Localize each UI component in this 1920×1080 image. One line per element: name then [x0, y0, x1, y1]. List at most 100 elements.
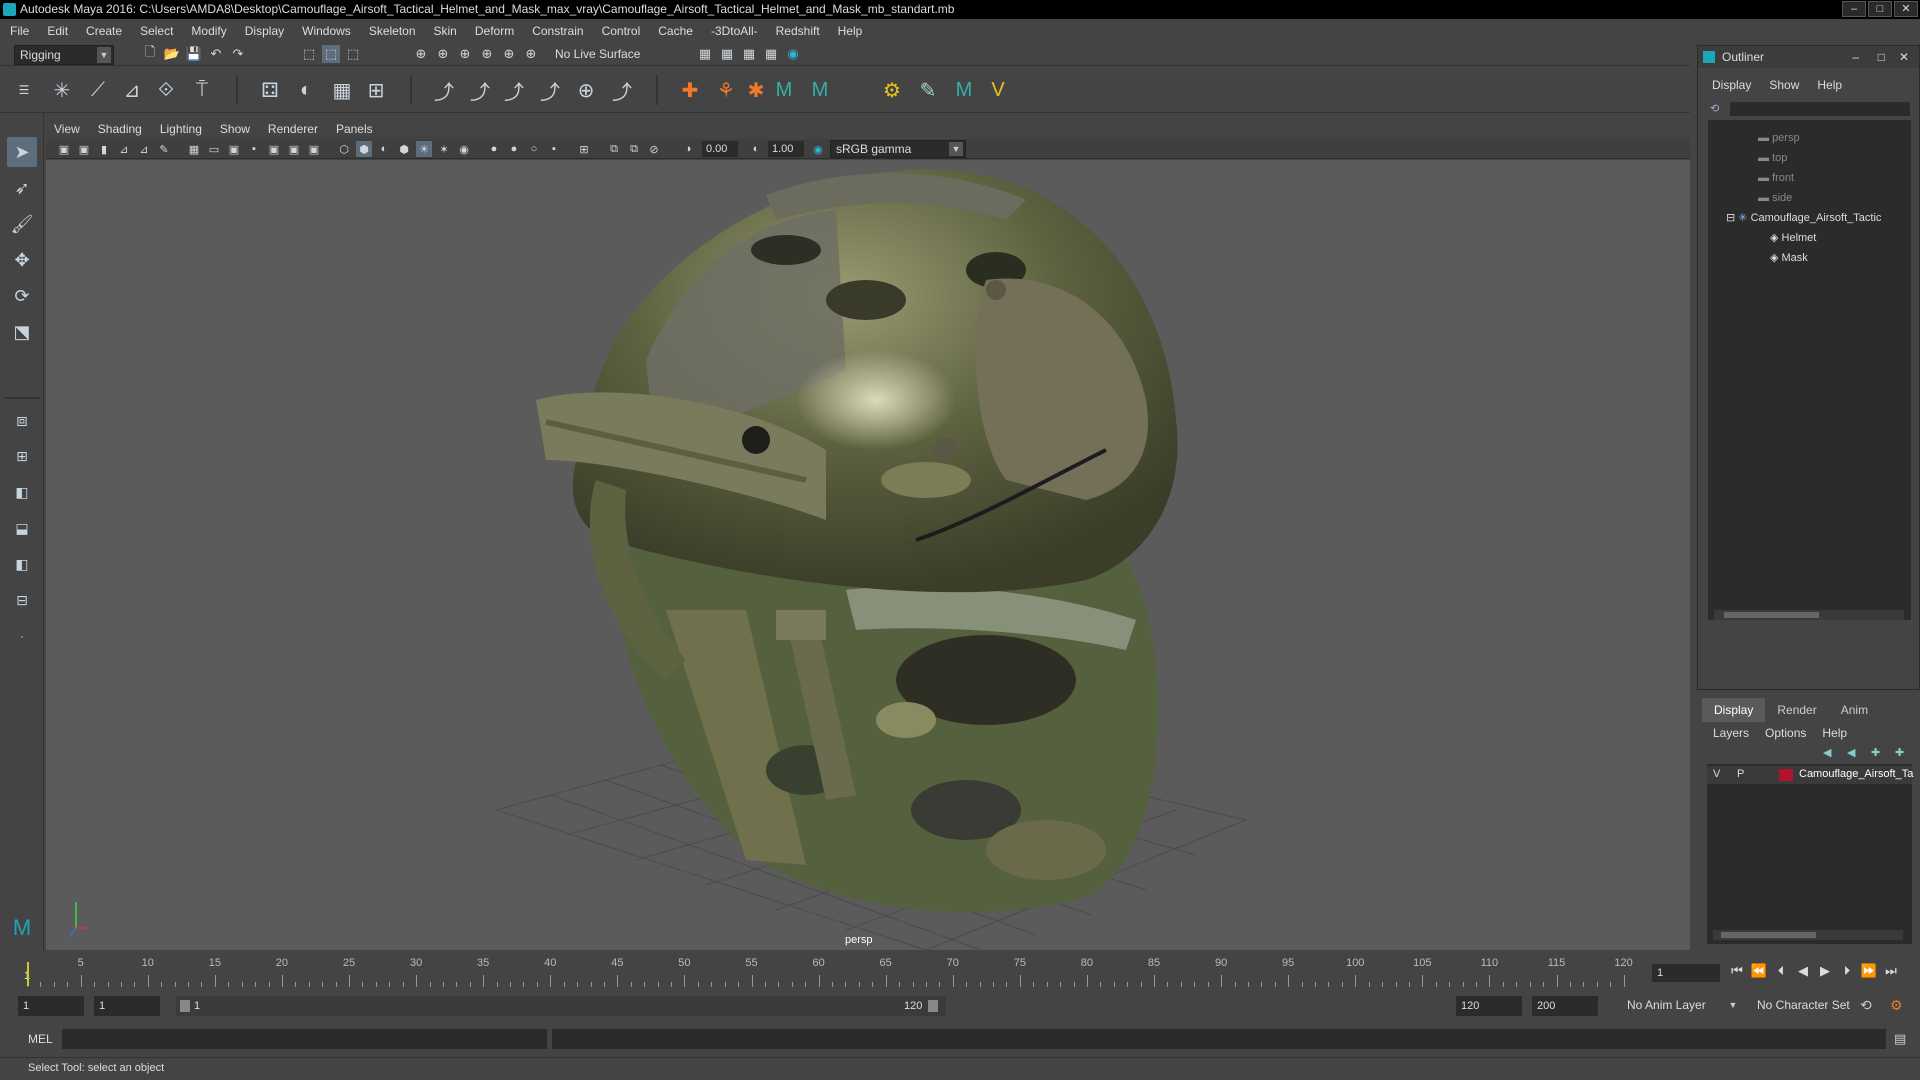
- aim-constraint-icon[interactable]: ⊕: [572, 76, 600, 104]
- hik-control-icon[interactable]: M: [770, 76, 798, 104]
- layer-move-down-icon[interactable]: ◀: [1847, 746, 1855, 759]
- maximize-button[interactable]: □: [1868, 1, 1892, 17]
- wireframe-on-shaded-icon[interactable]: ◐: [376, 141, 392, 157]
- ik-spline-icon[interactable]: ⊿: [118, 76, 146, 104]
- layer-visibility-toggle[interactable]: V: [1713, 768, 1720, 780]
- persp-hypershade-layout-icon[interactable]: ◧: [7, 549, 37, 579]
- save-scene-icon[interactable]: 💾: [185, 45, 203, 63]
- menu-skeleton[interactable]: Skeleton: [369, 24, 416, 38]
- paint-select-icon[interactable]: 🖌: [7, 209, 37, 239]
- layer-row[interactable]: V P Camouflage_Airsoft_Ta: [1707, 766, 1913, 784]
- screen-space-ao-icon[interactable]: ◉: [456, 141, 472, 157]
- play-forwards-icon[interactable]: ▶: [1816, 962, 1834, 980]
- menu-3dtoall[interactable]: -3DtoAll-: [711, 24, 758, 38]
- paint-weights-icon[interactable]: ◐: [292, 76, 320, 104]
- new-layer-icon[interactable]: ✚: [1871, 746, 1880, 759]
- blend-shape-icon[interactable]: V: [984, 76, 1012, 104]
- scrollbar-thumb[interactable]: [1721, 932, 1816, 938]
- lasso-tool-icon[interactable]: ➶: [7, 173, 37, 203]
- tab-anim[interactable]: Anim: [1829, 698, 1880, 722]
- backface-culling-icon[interactable]: ⊘: [646, 141, 662, 157]
- image-plane-icon[interactable]: ⊿: [116, 141, 132, 157]
- bind-skin-icon[interactable]: ⚃: [256, 76, 284, 104]
- play-backwards-icon[interactable]: ◀: [1794, 962, 1812, 980]
- range-handle-start[interactable]: [180, 1000, 190, 1012]
- render-current-icon[interactable]: ▦: [718, 45, 736, 63]
- step-back-key-icon[interactable]: ⏴: [1772, 962, 1790, 980]
- playback-end-field[interactable]: 120: [1456, 996, 1522, 1016]
- pole-vector-icon[interactable]: ⤴: [608, 76, 636, 104]
- snap-view-icon[interactable]: ⊕: [478, 45, 496, 63]
- layer-menu-options[interactable]: Options: [1765, 726, 1806, 740]
- resolution-gate-icon[interactable]: ▣: [226, 141, 242, 157]
- select-component-icon[interactable]: ⬚: [344, 45, 362, 63]
- outliner-menu-display[interactable]: Display: [1712, 78, 1751, 92]
- single-perspective-layout-icon[interactable]: ⧈: [7, 405, 37, 435]
- shadows-icon[interactable]: ✶: [436, 141, 452, 157]
- xray-components-icon[interactable]: ⧉: [626, 141, 642, 157]
- scrollbar-thumb[interactable]: [1724, 612, 1819, 618]
- layer-menu-layers[interactable]: Layers: [1713, 726, 1749, 740]
- current-frame-field[interactable]: 1: [1652, 964, 1720, 982]
- layer-color-swatch[interactable]: [1779, 769, 1793, 781]
- mirror-joint-icon[interactable]: ⍑: [188, 76, 216, 104]
- search-filter-icon[interactable]: ⟲: [1710, 102, 1724, 116]
- select-object-icon[interactable]: ⬚: [322, 45, 340, 63]
- rotate-tool-icon[interactable]: ⟳: [7, 281, 37, 311]
- layer-move-up-icon[interactable]: ◀: [1823, 746, 1831, 759]
- locator-icon[interactable]: ✚: [676, 76, 704, 104]
- snap-point-icon[interactable]: ⊕: [456, 45, 474, 63]
- four-view-layout-icon[interactable]: ⊞: [7, 441, 37, 471]
- exposure-field[interactable]: 0.00: [702, 141, 738, 157]
- select-tool-icon[interactable]: ➤: [7, 137, 37, 167]
- scale-constraint-icon[interactable]: ⤴: [536, 76, 564, 104]
- live-surface-field[interactable]: No Live Surface: [550, 45, 656, 65]
- menu-file[interactable]: File: [10, 24, 29, 38]
- layer-name[interactable]: Camouflage_Airsoft_Ta: [1799, 768, 1913, 780]
- view-transform-dropdown[interactable]: sRGB gamma ▼: [830, 140, 966, 158]
- layer-menu-help[interactable]: Help: [1822, 726, 1847, 740]
- select-hierarchy-icon[interactable]: ⬚: [300, 45, 318, 63]
- cluster-icon[interactable]: ⊞: [362, 76, 390, 104]
- snap-pivot-icon[interactable]: ⊕: [522, 45, 540, 63]
- xray-joints-icon[interactable]: ⧉: [606, 141, 622, 157]
- outliner-search-input[interactable]: [1730, 102, 1910, 116]
- use-all-lights-icon[interactable]: ☀: [416, 141, 432, 157]
- layer-playback-toggle[interactable]: P: [1737, 768, 1744, 780]
- step-forward-key-icon[interactable]: ⏵: [1838, 962, 1856, 980]
- two-d-pan-icon[interactable]: ⊿: [136, 141, 152, 157]
- multisample-aa-icon[interactable]: ●: [506, 141, 522, 157]
- perspective-viewport[interactable]: [46, 160, 1690, 950]
- maximize-icon[interactable]: □: [1878, 46, 1885, 68]
- step-back-frame-icon[interactable]: ⏪: [1750, 962, 1768, 980]
- quick-rig-icon[interactable]: ⚙: [878, 76, 906, 104]
- bookmark-icon[interactable]: ▮: [96, 141, 112, 157]
- wireframe-icon[interactable]: ⬡: [336, 141, 352, 157]
- depth-of-field-icon[interactable]: ○: [526, 141, 542, 157]
- menu-redshift[interactable]: Redshift: [776, 24, 820, 38]
- film-gate-icon[interactable]: ▭: [206, 141, 222, 157]
- safe-title-icon[interactable]: ▣: [306, 141, 322, 157]
- persp-outliner-layout-icon[interactable]: ◧: [7, 477, 37, 507]
- rig-paint-icon[interactable]: ✎: [914, 76, 942, 104]
- time-ruler[interactable]: 5 10 15 20 25 30 35 40 45 50 55 60 65 70 75 80 85 90 95 100…: [27, 955, 1637, 987]
- undo-icon[interactable]: ↶: [207, 45, 225, 63]
- outliner-item-helmet[interactable]: ◈ Helmet: [1770, 228, 1816, 248]
- command-input[interactable]: [62, 1029, 547, 1049]
- joint-tool-icon[interactable]: ✳: [48, 76, 76, 104]
- close-icon[interactable]: ✕: [1899, 46, 1909, 68]
- outliner-item-side[interactable]: ▬ side: [1758, 188, 1792, 208]
- layer-horizontal-scrollbar[interactable]: [1713, 930, 1903, 940]
- color-management-icon[interactable]: ◉: [810, 141, 826, 157]
- animation-preferences-icon[interactable]: ⚙: [1890, 997, 1903, 1014]
- outliner-layout-icon[interactable]: ⊟: [7, 585, 37, 615]
- command-language-label[interactable]: MEL: [28, 1032, 53, 1046]
- character-set-dropdown[interactable]: No Character Set: [1752, 996, 1864, 1016]
- minimize-icon[interactable]: –: [1852, 46, 1859, 68]
- tab-render[interactable]: Render: [1765, 698, 1828, 722]
- menu-deform[interactable]: Deform: [475, 24, 514, 38]
- range-handle-end[interactable]: [928, 1000, 938, 1012]
- new-scene-icon[interactable]: 🗋: [141, 44, 159, 63]
- animation-start-field[interactable]: 1: [18, 996, 84, 1016]
- textured-icon[interactable]: ⬢: [396, 141, 412, 157]
